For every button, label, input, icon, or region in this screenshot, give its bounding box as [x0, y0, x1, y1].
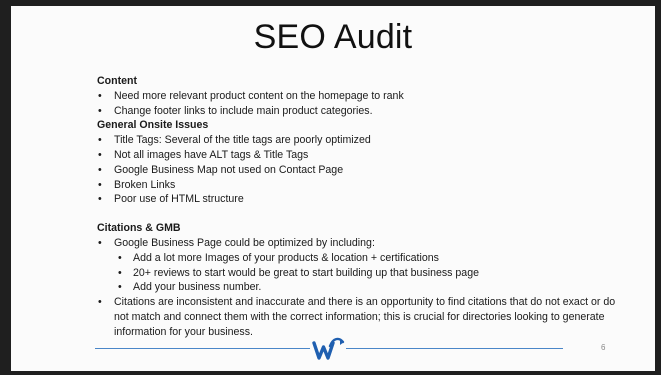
- content-list: Need more relevant product content on th…: [97, 89, 617, 119]
- slide-title: SEO Audit: [253, 18, 413, 56]
- citations-list-2: Citations are inconsistent and inaccurat…: [97, 295, 617, 339]
- list-item: Broken Links: [97, 178, 617, 193]
- logo-graphic: [312, 337, 345, 360]
- sub-list-item: Add your business number.: [97, 280, 617, 295]
- citations-list: Google Business Page could be optimized …: [97, 236, 617, 251]
- list-item: Poor use of HTML structure: [97, 192, 617, 207]
- wave-w-logo-icon: [310, 334, 346, 362]
- list-item: Need more relevant product content on th…: [97, 89, 617, 104]
- list-item: Google Business Page could be optimized …: [97, 236, 617, 251]
- list-item: Title Tags: Several of the title tags ar…: [97, 133, 617, 148]
- list-item: Change footer links to include main prod…: [97, 104, 617, 119]
- list-item: Google Business Map not used on Contact …: [97, 163, 617, 178]
- citations-heading: Citations & GMB: [97, 222, 181, 235]
- page-number: 6: [601, 343, 606, 352]
- onsite-list: Title Tags: Several of the title tags ar…: [97, 133, 617, 207]
- sub-list-item: 20+ reviews to start would be great to s…: [97, 266, 617, 281]
- onsite-heading: General Onsite Issues: [97, 119, 209, 132]
- screen-frame: SEO Audit Content Need more relevant pro…: [0, 0, 661, 375]
- gbp-sublist: Add a lot more Images of your products &…: [97, 251, 617, 295]
- sub-list-item: Add a lot more Images of your products &…: [97, 251, 617, 266]
- list-item: Citations are inconsistent and inaccurat…: [97, 295, 617, 339]
- content-heading: Content: [97, 75, 138, 87]
- slide-body: Content Need more relevant product conte…: [97, 74, 617, 340]
- slide: SEO Audit Content Need more relevant pro…: [11, 6, 655, 371]
- list-item: Not all images have ALT tags & Title Tag…: [97, 148, 617, 163]
